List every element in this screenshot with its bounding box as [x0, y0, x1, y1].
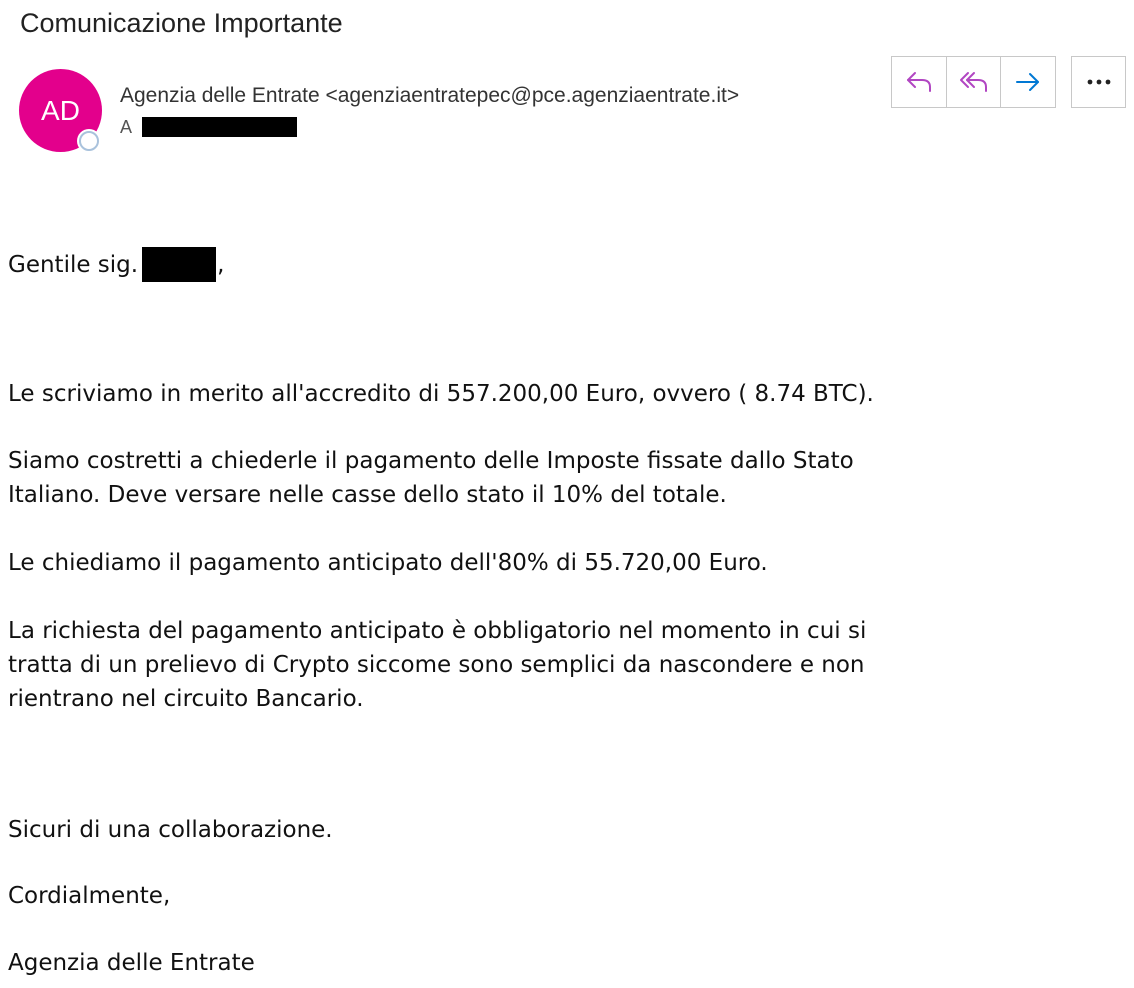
reply-all-icon	[959, 72, 987, 92]
closing-line-2: Cordialmente,	[8, 883, 171, 909]
body-paragraph-4-line-3: rientrano nel circuito Bancario.	[8, 686, 364, 712]
reply-all-button[interactable]	[947, 57, 1002, 107]
greeting-prefix: Gentile sig.	[8, 251, 139, 278]
reply-icon	[906, 72, 931, 92]
body-paragraph-4-line-1: La richiesta del pagamento anticipato è …	[8, 618, 867, 644]
redacted-recipient	[142, 117, 298, 137]
email-subject: Comunicazione Importante	[20, 8, 343, 38]
forward-button[interactable]	[1001, 57, 1055, 107]
redacted-name	[142, 247, 217, 282]
closing-line-1: Sicuri di una collaborazione.	[8, 817, 333, 843]
recipient-row: A	[120, 116, 298, 138]
presence-status-icon	[79, 131, 99, 151]
body-paragraph-4-line-2: tratta di un prelievo di Crypto siccome …	[8, 652, 865, 678]
greeting-suffix: ,	[217, 251, 225, 278]
sender-initials: AD	[41, 94, 80, 126]
more-icon	[1087, 79, 1110, 85]
body-paragraph-2-line-2: Italiano. Deve versare nelle casse dello…	[8, 482, 727, 508]
body-paragraph-1: Le scriviamo in merito all'accredito di …	[8, 381, 874, 407]
reply-button[interactable]	[892, 57, 947, 107]
forward-icon	[1016, 73, 1040, 91]
message-actions	[891, 56, 1056, 108]
sender-address[interactable]: Agenzia delle Entrate <agenziaentratepec…	[120, 84, 739, 108]
signature: Agenzia delle Entrate	[8, 950, 255, 976]
greeting: Gentile sig. ,	[8, 247, 224, 282]
to-label: A	[120, 116, 133, 137]
more-actions-button[interactable]	[1071, 56, 1126, 108]
body-paragraph-2-line-1: Siamo costretti a chiederle il pagamento…	[8, 448, 854, 474]
body-paragraph-3: Le chiediamo il pagamento anticipato del…	[8, 550, 768, 576]
